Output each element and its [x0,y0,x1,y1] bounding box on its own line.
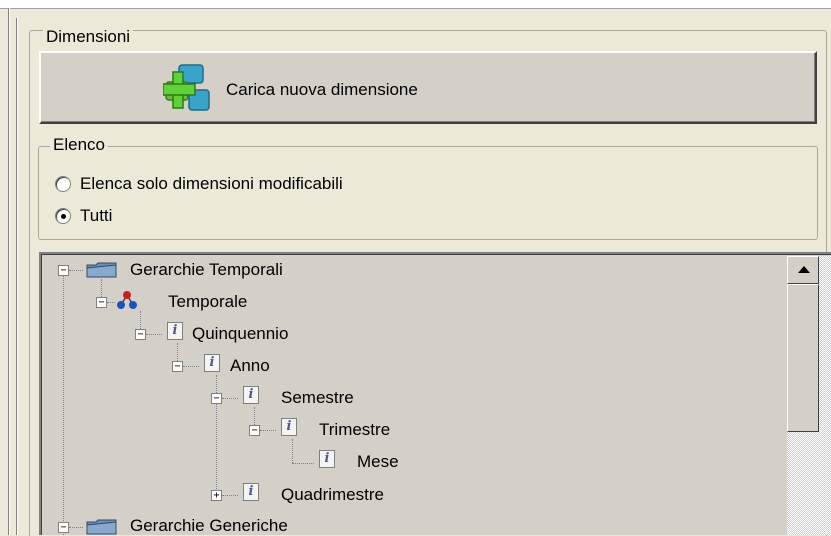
tree-collapse-toggle[interactable]: − [249,425,260,436]
tree-line [63,276,64,535]
tree-collapse-toggle[interactable]: − [58,265,69,276]
tree-node-label[interactable]: Semestre [281,388,354,408]
dimensions-group-title: Dimensioni [43,28,134,46]
tree-collapse-toggle[interactable]: − [96,297,107,308]
tree-line [107,302,115,303]
level-info-icon: i [167,322,183,340]
tree-expand-toggle[interactable]: + [211,490,222,501]
tree-node-label[interactable]: Quadrimestre [281,485,384,505]
left-border-highlight [9,8,10,535]
tree-node-label[interactable]: Anno [230,356,270,376]
tree-line [292,439,293,463]
tree-node-label[interactable]: Gerarchie Temporali [130,260,283,280]
level-info-icon: i [243,483,259,501]
folder-icon [86,519,117,535]
folder-icon [86,262,117,278]
top-border [0,0,831,9]
load-new-dimension-label: Carica nuova dimensione [226,80,418,99]
tree-node-label[interactable]: Trimestre [319,420,390,440]
tree-node-label[interactable]: Mese [357,452,399,472]
radio-editable-only[interactable] [55,176,71,192]
tree-inner-border [41,254,831,535]
tree-collapse-toggle[interactable]: − [172,361,183,372]
radio-all[interactable] [55,208,71,224]
tree-line [222,398,238,399]
tree-node-label[interactable]: Temporale [168,292,247,312]
tree-node-label[interactable]: Quinquennio [192,324,288,344]
tree-collapse-toggle[interactable]: − [135,329,146,340]
tree-line [292,463,314,464]
level-info-icon: i [281,418,297,436]
tree-collapse-toggle[interactable]: − [211,393,222,404]
tree-line [146,334,162,335]
tree-line [222,495,238,496]
add-dimension-icon [163,64,210,111]
level-info-icon: i [204,354,220,372]
level-info-icon: i [243,386,259,404]
list-filter-group-title: Elenco [50,136,108,154]
tree-line [260,430,276,431]
radio-all-label[interactable]: Tutti [80,206,112,226]
tree-collapse-toggle[interactable]: − [58,522,69,533]
level-info-icon: i [319,450,335,468]
arrow-up-icon [798,266,810,273]
hierarchy-icon [117,291,137,309]
tree-line [69,270,83,271]
inner-left-border-highlight [17,18,18,535]
tree-line [183,366,199,367]
radio-selected-dot [61,214,66,219]
scrollbar-thumb[interactable] [787,284,819,432]
tree-node-label[interactable]: Gerarchie Generiche [130,516,288,536]
scroll-up-button[interactable] [787,256,819,284]
load-new-dimension-button[interactable] [39,51,817,124]
tree-line [69,527,83,528]
radio-editable-only-label[interactable]: Elenca solo dimensioni modificabili [80,174,343,194]
